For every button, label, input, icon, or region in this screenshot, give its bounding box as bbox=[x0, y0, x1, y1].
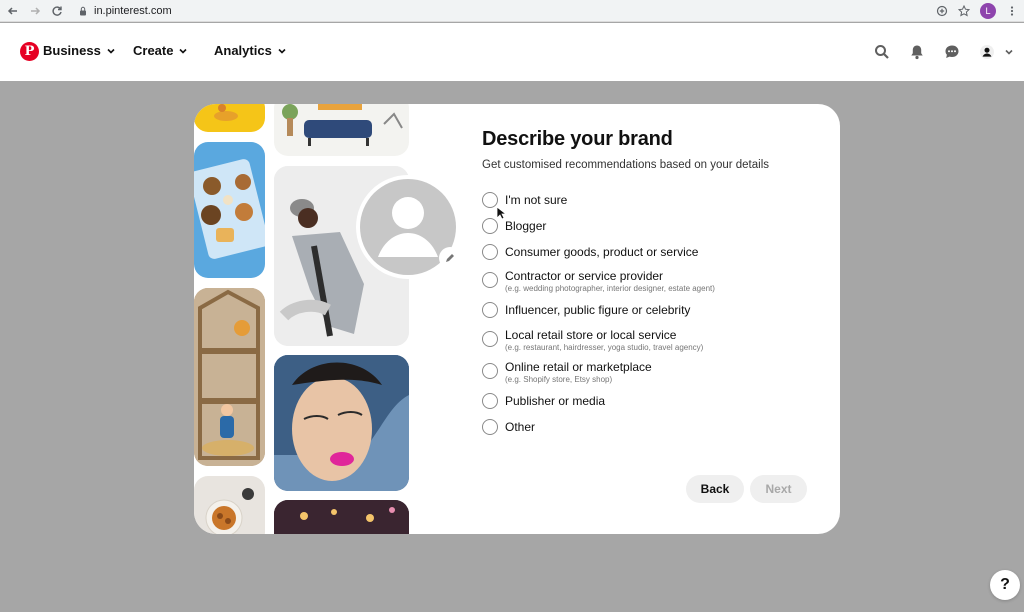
mouse-cursor-icon bbox=[496, 206, 506, 220]
create-menu-label: Create bbox=[133, 43, 174, 58]
address-bar[interactable]: in.pinterest.com bbox=[78, 2, 984, 20]
option-label: Influencer, public figure or celebrity bbox=[505, 303, 691, 317]
yellow-photo-tile bbox=[194, 104, 265, 132]
search-icon bbox=[875, 45, 889, 59]
add-bookmark-icon[interactable] bbox=[936, 5, 948, 17]
dialog-subtitle: Get customised recommendations based on … bbox=[482, 159, 770, 171]
kids-bunk-bed-photo-tile bbox=[194, 288, 265, 466]
bell-icon bbox=[911, 45, 923, 60]
radio-button[interactable] bbox=[482, 393, 498, 409]
option-other[interactable]: Other bbox=[482, 419, 535, 435]
living-room-photo-tile bbox=[274, 104, 409, 156]
account-menu-toggle[interactable] bbox=[1002, 41, 1016, 63]
option-local-retail[interactable]: Local retail store or local service (e.g… bbox=[482, 328, 704, 352]
portrait-woman-photo-tile bbox=[274, 355, 409, 491]
app-header: P Business Create Analytics bbox=[0, 23, 1024, 81]
create-menu[interactable]: Create bbox=[133, 43, 188, 58]
option-label: Consumer goods, product or service bbox=[505, 245, 699, 259]
option-label: Local retail store or local service bbox=[505, 328, 677, 342]
dialog-title: Describe your brand bbox=[482, 128, 673, 150]
notifications-button[interactable] bbox=[906, 41, 928, 63]
option-hint: (e.g. restaurant, hairdresser, yoga stud… bbox=[505, 343, 704, 352]
search-button[interactable] bbox=[871, 41, 893, 63]
food-tray-photo-tile bbox=[194, 142, 265, 278]
option-consumer-goods[interactable]: Consumer goods, product or service bbox=[482, 244, 698, 260]
browser-toolbar: in.pinterest.com L bbox=[0, 0, 1024, 22]
radio-button[interactable] bbox=[482, 331, 498, 347]
business-menu-label: Business bbox=[43, 43, 101, 58]
chevron-down-icon bbox=[179, 48, 188, 54]
radio-button[interactable] bbox=[482, 363, 498, 379]
radio-button[interactable] bbox=[482, 302, 498, 318]
lock-icon bbox=[80, 6, 86, 16]
option-contractor[interactable]: Contractor or service provider (e.g. wed… bbox=[482, 269, 715, 293]
option-label: Contractor or service provider bbox=[505, 269, 664, 283]
messages-button[interactable] bbox=[941, 41, 963, 63]
option-online-retail[interactable]: Online retail or marketplace (e.g. Shopi… bbox=[482, 360, 652, 384]
analytics-menu-label: Analytics bbox=[214, 43, 272, 58]
radio-button[interactable] bbox=[482, 244, 498, 260]
option-influencer[interactable]: Influencer, public figure or celebrity bbox=[482, 302, 690, 318]
option-hint: (e.g. wedding photographer, interior des… bbox=[505, 284, 715, 293]
option-hint: (e.g. Shopify store, Etsy shop) bbox=[505, 375, 613, 384]
concert-photo-tile bbox=[274, 500, 409, 534]
image-collage bbox=[194, 104, 461, 534]
chat-icon bbox=[945, 45, 959, 58]
account-icon bbox=[980, 45, 994, 59]
radio-button[interactable] bbox=[482, 218, 498, 234]
radio-button[interactable] bbox=[482, 419, 498, 435]
pencil-icon bbox=[446, 254, 454, 262]
business-menu[interactable]: Business bbox=[43, 43, 116, 58]
option-blogger[interactable]: Blogger bbox=[482, 218, 546, 234]
pinterest-logo-icon[interactable]: P bbox=[20, 42, 39, 61]
account-button[interactable] bbox=[976, 41, 998, 63]
help-button[interactable]: ? bbox=[990, 570, 1020, 600]
back-button[interactable]: Back bbox=[686, 475, 744, 503]
option-not-sure[interactable]: I'm not sure bbox=[482, 192, 567, 208]
chevron-down-icon bbox=[1005, 49, 1013, 55]
option-label: Publisher or media bbox=[505, 394, 606, 408]
chevron-down-icon bbox=[107, 48, 115, 54]
url-text: in.pinterest.com bbox=[94, 5, 172, 17]
next-button[interactable]: Next bbox=[750, 475, 807, 503]
edit-photo-button[interactable] bbox=[439, 247, 461, 269]
more-menu-icon[interactable] bbox=[1006, 5, 1018, 17]
option-label: I'm not sure bbox=[505, 193, 568, 207]
back-arrow-icon[interactable] bbox=[4, 2, 22, 20]
option-publisher[interactable]: Publisher or media bbox=[482, 393, 605, 409]
chevron-down-icon bbox=[278, 48, 286, 54]
reload-icon[interactable] bbox=[48, 2, 66, 20]
describe-brand-dialog: Describe your brand Get customised recom… bbox=[194, 104, 840, 534]
profile-avatar[interactable]: L bbox=[980, 3, 996, 19]
analytics-menu[interactable]: Analytics bbox=[214, 43, 287, 58]
option-label: Blogger bbox=[505, 219, 547, 233]
radio-button[interactable] bbox=[482, 272, 498, 288]
food-bowl-photo-tile bbox=[194, 476, 265, 534]
forward-arrow-icon[interactable] bbox=[26, 2, 44, 20]
option-label: Other bbox=[505, 420, 536, 434]
star-icon[interactable] bbox=[958, 5, 970, 17]
option-label: Online retail or marketplace bbox=[505, 360, 652, 374]
